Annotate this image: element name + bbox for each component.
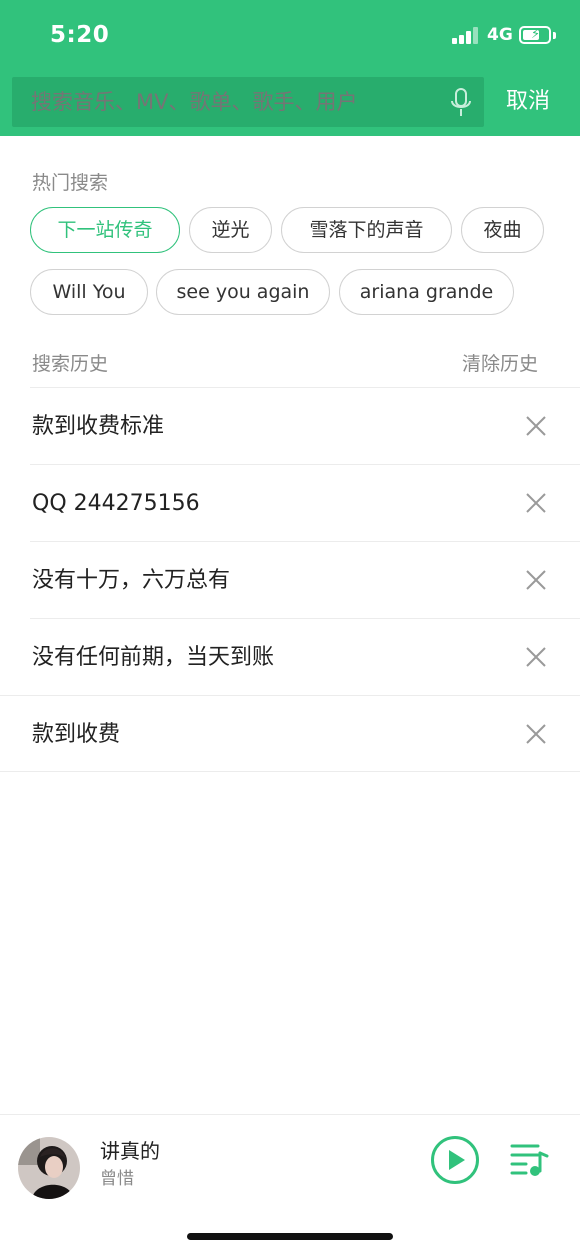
history-item-text: 没有十万，六万总有 [32, 568, 231, 593]
hot-tag[interactable]: 雪落下的声音 [281, 207, 452, 253]
battery-icon: ⚡ [519, 26, 551, 44]
status-time: 5:20 [50, 22, 110, 48]
cancel-button[interactable]: 取消 [506, 86, 550, 118]
hot-tag[interactable]: 夜曲 [461, 207, 544, 253]
hot-search-label: 热门搜索 [32, 172, 109, 194]
search-page: 5:20 4G ⚡ 取消 热门搜索 下一站传 [0, 0, 580, 1254]
search-box[interactable] [12, 77, 484, 127]
hot-tag[interactable]: 下一站传奇 [30, 207, 180, 253]
close-icon[interactable] [520, 718, 552, 750]
hot-tag[interactable]: see you again [156, 269, 330, 315]
signal-icon [452, 26, 480, 44]
history-item-text: 没有任何前期，当天到账 [32, 645, 275, 670]
close-icon[interactable] [520, 410, 552, 442]
status-bar: 5:20 4G ⚡ [0, 0, 580, 72]
search-input[interactable] [12, 77, 432, 127]
history-item[interactable]: 没有任何前期，当天到账 [30, 618, 580, 695]
history-item-text: 款到收费标准 [32, 414, 165, 439]
microphone-icon[interactable] [446, 87, 476, 119]
clear-history-button[interactable]: 清除历史 [462, 349, 538, 376]
history-item[interactable]: 没有十万，六万总有 [30, 541, 580, 618]
close-icon[interactable] [520, 641, 552, 673]
history-item-text: QQ 244275156 [32, 491, 200, 516]
header: 5:20 4G ⚡ 取消 [0, 0, 580, 136]
battery-cap [553, 32, 556, 39]
hot-tag[interactable]: Will You [30, 269, 148, 315]
history-label: 搜索历史 [32, 353, 109, 375]
history-item-text: 款到收费 [32, 722, 121, 747]
network-type: 4G [487, 25, 513, 45]
song-title: 讲真的 [100, 1139, 160, 1163]
history-item[interactable]: 款到收费 [0, 695, 580, 772]
hot-tag[interactable]: ariana grande [339, 269, 514, 315]
close-icon[interactable] [520, 487, 552, 519]
play-icon[interactable] [430, 1135, 480, 1185]
hot-tag[interactable]: 逆光 [189, 207, 272, 253]
close-icon[interactable] [520, 564, 552, 596]
home-indicator[interactable] [187, 1233, 393, 1240]
history-item[interactable]: 款到收费标准 [30, 387, 580, 464]
playlist-icon[interactable] [510, 1141, 550, 1177]
song-artist: 曾惜 [100, 1169, 134, 1189]
history-item[interactable]: QQ 244275156 [30, 464, 580, 541]
album-cover[interactable] [18, 1137, 80, 1199]
history-list: 款到收费标准 QQ 244275156 没有十万，六万总有 没有任何前期，当天到… [0, 387, 580, 772]
